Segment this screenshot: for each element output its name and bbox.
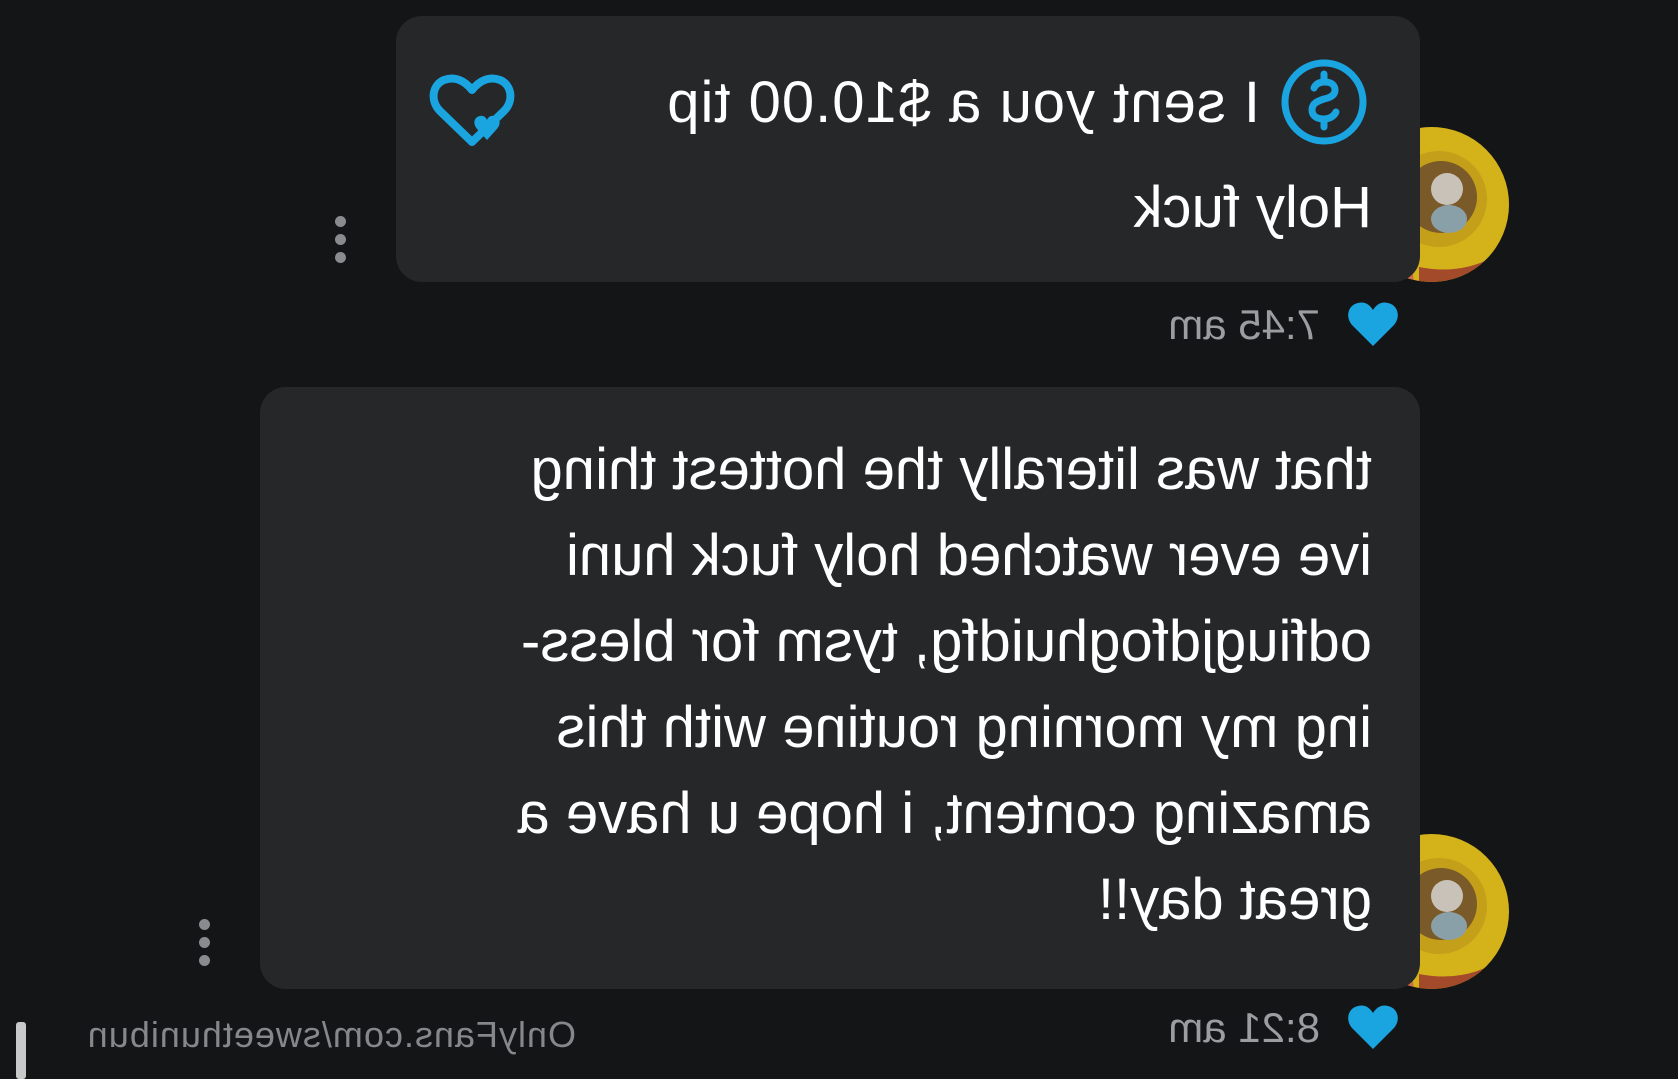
message-bubble[interactable]: that was literally the hottest thing ive…	[260, 387, 1420, 989]
message-text: Holy fuck	[1133, 175, 1372, 240]
mirrored-view: I sent you a $10.00 tip Holy fuck 7:45 a…	[0, 0, 1678, 1079]
message-line: that was literally the hottest thing	[530, 437, 1372, 502]
tip-text: I sent you a $10.00 tip	[666, 69, 1260, 135]
heart-icon[interactable]	[1346, 1003, 1400, 1053]
chat-screen: I sent you a $10.00 tip Holy fuck 7:45 a…	[0, 0, 1678, 1079]
heart-plus-icon[interactable]	[424, 68, 520, 156]
message-bubble[interactable]: I sent you a $10.00 tip Holy fuck	[396, 16, 1420, 282]
watermark: OnlyFans.com/sweethunibun	[86, 1014, 576, 1055]
more-vertical-icon[interactable]	[196, 919, 210, 973]
message-time: 8:21 am	[1168, 1004, 1320, 1051]
message-line: great day!!	[1097, 867, 1372, 932]
scrollbar[interactable]	[16, 1022, 26, 1079]
message-line: odfiugjdfoghuidfg, tysm for bless-	[520, 609, 1372, 674]
message-line: amazing content, i hope u have a	[517, 781, 1372, 846]
heart-icon[interactable]	[1346, 300, 1400, 350]
message-line: ive ever watched holy fuck huni	[566, 523, 1372, 588]
message-time: 7:45 am	[1168, 301, 1320, 348]
message-meta: 8:21 am	[1168, 1003, 1400, 1053]
message-text: that was literally the hottest thing ive…	[332, 427, 1372, 943]
message-meta: 7:45 am	[1168, 300, 1400, 350]
dollar-circle-icon	[1281, 59, 1367, 145]
tip-row: I sent you a $10.00 tip	[666, 56, 1370, 148]
message-line: ing my morning routine with this	[556, 695, 1372, 760]
more-vertical-icon[interactable]	[332, 216, 346, 270]
